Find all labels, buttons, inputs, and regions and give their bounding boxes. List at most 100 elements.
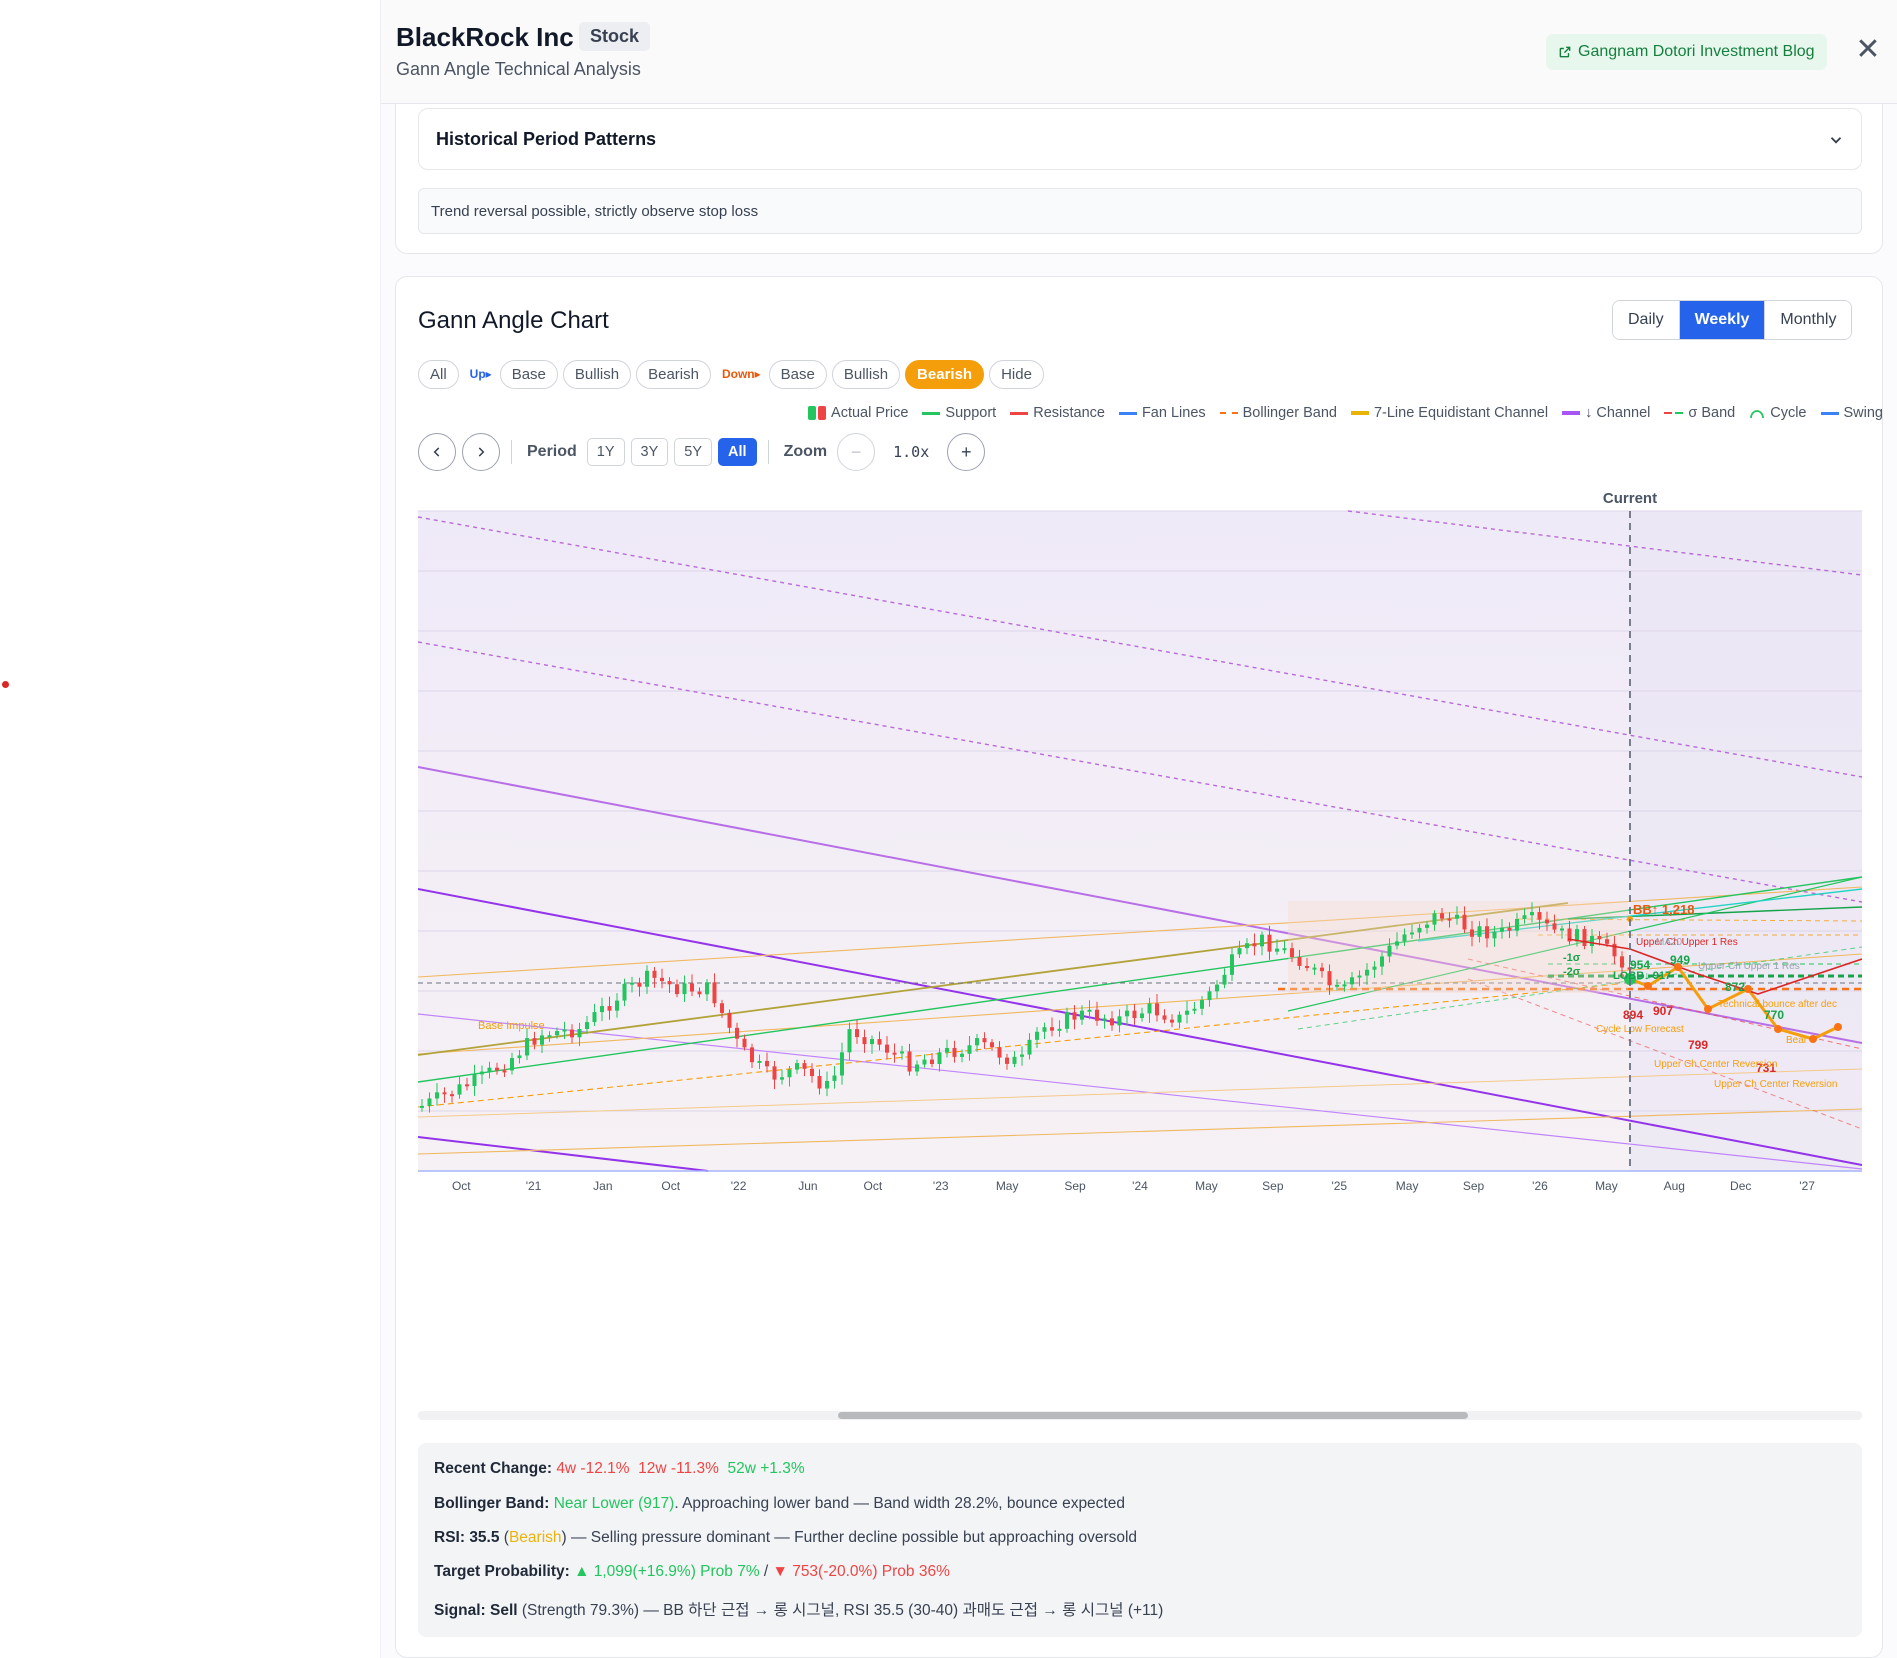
next-button[interactable] (462, 433, 500, 471)
candle-body (1335, 984, 1339, 987)
analysis-panel: BlackRock Inc Stock Gann Angle Technical… (380, 0, 1897, 1658)
forecast-point (1809, 1035, 1817, 1043)
bollinger-status: Near Lower (917) (553, 1495, 675, 1512)
zoom-out-button[interactable]: − (837, 433, 876, 471)
candle-body (1095, 1009, 1099, 1021)
legend-label: ↓ Channel (1585, 405, 1651, 421)
filter-down-base[interactable]: Base (768, 359, 827, 389)
candle-body (1477, 926, 1482, 937)
candle-body (607, 1006, 612, 1011)
bollinger-line: Bollinger Band: Near Lower (917). Approa… (434, 1495, 1125, 1513)
legend-down-channel[interactable]: ↓ Channel (1562, 405, 1650, 421)
signal-label: Signal: (434, 1602, 486, 1619)
accordion-label: Historical Period Patterns (436, 129, 657, 149)
page-margin (0, 0, 380, 1658)
candle-body (1605, 939, 1609, 944)
blog-link-label: Gangnam Dotori Investment Blog (1578, 43, 1815, 60)
period-5y[interactable]: 5Y (674, 438, 713, 466)
legend-fan-lines[interactable]: Fan Lines (1118, 405, 1206, 421)
legend-cycle[interactable]: Cycle (1749, 405, 1807, 421)
candle-body (1275, 948, 1279, 952)
candle-body (802, 1063, 807, 1069)
timeframe-weekly[interactable]: Weekly (1678, 301, 1765, 339)
legend-support[interactable]: Support (922, 405, 996, 421)
annotation-p872: 872 (1725, 980, 1745, 994)
legend-resistance[interactable]: Resistance (1010, 405, 1105, 421)
scrollbar-thumb[interactable] (838, 1412, 1468, 1419)
prev-button[interactable] (418, 433, 456, 471)
candle-body (1320, 967, 1324, 972)
candle-body (922, 1059, 927, 1065)
filter-hide[interactable]: Hide (989, 359, 1044, 389)
candle-body (1500, 927, 1504, 932)
filter-up-base[interactable]: Base (499, 359, 558, 389)
legend-actual-price[interactable]: Actual Price (808, 405, 908, 421)
candle-body (480, 1071, 484, 1075)
legend-swing[interactable]: Swing (1820, 405, 1884, 421)
candle-body (622, 983, 627, 1001)
candle-body (780, 1077, 784, 1080)
analysis-summary: Recent Change: 4w -12.1% 12w -11.3% 52w … (418, 1443, 1862, 1637)
filter-all[interactable]: All (418, 359, 459, 389)
legend-label: Actual Price (831, 405, 909, 421)
chart-title: Gann Angle Chart (418, 307, 609, 334)
candle-body (1207, 991, 1212, 1001)
candle-body (930, 1059, 934, 1065)
candle-body (1132, 1010, 1137, 1019)
legend-sigma-band[interactable]: σ Band (1664, 405, 1735, 421)
chart-legend: Actual Price Support Resistance Fan Line… (746, 401, 1883, 425)
candle-body (697, 991, 702, 995)
candle-body (765, 1060, 769, 1067)
candle-body (1305, 965, 1309, 969)
candle-body (1162, 1015, 1167, 1020)
timeframe-daily[interactable]: Daily (1613, 301, 1679, 339)
candle-body (1545, 919, 1549, 924)
candle-body (795, 1063, 799, 1070)
candle-body (1185, 1010, 1189, 1015)
candle-body (1245, 943, 1249, 949)
close-button[interactable]: ✕ (1853, 35, 1883, 66)
candle-body (1380, 956, 1384, 967)
period-3y[interactable]: 3Y (630, 438, 669, 466)
filter-down-bearish[interactable]: Bearish (905, 359, 985, 389)
timeframe-monthly[interactable]: Monthly (1764, 301, 1852, 339)
rsi-line: RSI: 35.5 (Bearish) — Selling pressure d… (434, 1529, 1138, 1546)
candle-body (420, 1105, 424, 1108)
historical-patterns-accordion[interactable]: Historical Period Patterns (418, 108, 1862, 170)
filter-up-bearish[interactable]: Bearish (636, 359, 711, 389)
x-tick-label: May (1195, 1179, 1218, 1193)
candle-body (1357, 975, 1362, 978)
candle-body (1057, 1028, 1062, 1031)
gann-chart[interactable]: BB↑ 1,218 Base Impulse -1σ -2σ 954 949 872 894 9… (417, 489, 1863, 1229)
period-all[interactable]: All (718, 438, 757, 466)
chart-controls: Period 1Y 3Y 5Y All Zoom − 1.0x + (418, 432, 986, 472)
filter-up-bullish[interactable]: Bullish (562, 359, 632, 389)
filter-down-bullish[interactable]: Bullish (831, 359, 901, 389)
candle-body (577, 1028, 582, 1038)
rsi-text: ) — Selling pressure dominant — Further … (561, 1529, 1138, 1546)
forecast-point (1834, 1023, 1842, 1031)
blog-link-button[interactable]: Gangnam Dotori Investment Blog (1546, 34, 1827, 70)
candle-body (960, 1053, 964, 1057)
candle-body (1485, 926, 1489, 939)
chart-scrollbar[interactable] (418, 1411, 1862, 1420)
period-1y[interactable]: 1Y (586, 438, 625, 466)
target-up: ▲ 1,099(+16.9%) Prob 7% (574, 1563, 760, 1580)
candle-body (562, 1029, 567, 1032)
candle-body (652, 970, 657, 978)
legend-bollinger-band[interactable]: Bollinger Band (1219, 405, 1337, 421)
legend-label: Swing (1843, 405, 1884, 421)
candle-body (1552, 923, 1557, 930)
legend-label: Cycle (1770, 405, 1807, 421)
candle-body (450, 1094, 454, 1097)
candle-body (742, 1038, 747, 1048)
historical-card: Historical Period Patterns Trend reversa… (395, 104, 1883, 254)
candle-body (787, 1069, 792, 1078)
gann-chart-svg[interactable]: BB↑ 1,218Base Impulse-1σ-2σ 954 949872894 9… (417, 489, 1863, 1229)
candle-body (630, 982, 634, 985)
zoom-in-button[interactable]: + (947, 433, 986, 471)
asset-type-badge: Stock (579, 22, 651, 51)
x-tick-label: Oct (661, 1179, 680, 1193)
legend-equidistant-channel[interactable]: 7-Line Equidistant Channel (1350, 405, 1548, 421)
candle-body (1597, 935, 1602, 940)
